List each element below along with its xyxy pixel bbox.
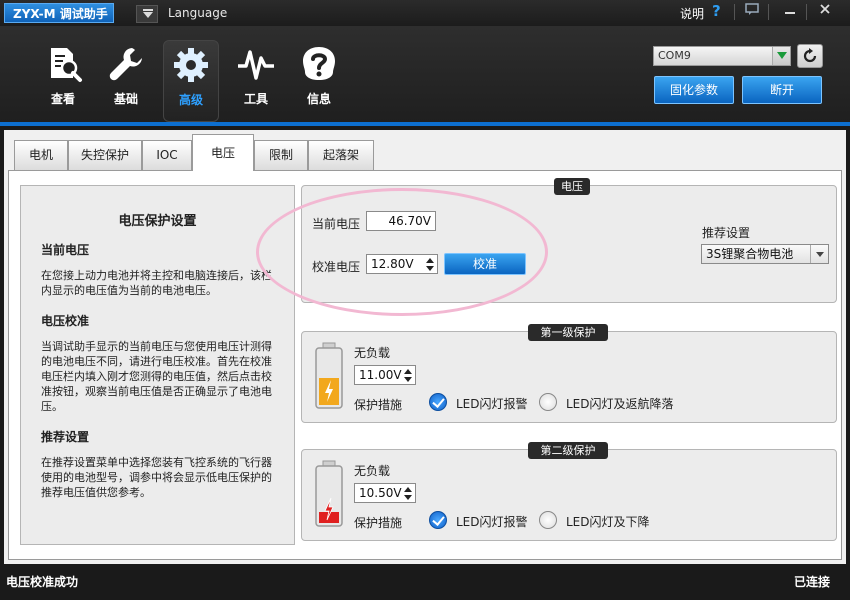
level1-noload-value: 11.00V [359,368,402,382]
level2-led-alarm-radio[interactable] [429,511,447,529]
search-doc-icon [51,48,82,82]
main-area: 电机 失控保护 IOC 电压 限制 起落架 电压保护设置 当前电压 在您接上动力… [4,130,846,564]
toolbar-view-label: 查看 [50,92,75,106]
level1-led-alarm-radio[interactable] [429,393,447,411]
tab-limit[interactable]: 限制 [254,140,308,170]
help-section-heading: 当前电压 [41,243,90,257]
level1-led-rth-radio[interactable] [539,393,557,411]
tab-failsafe[interactable]: 失控保护 [68,140,142,170]
solidify-params-button[interactable]: 固化参数 [654,76,734,104]
level2-noload-stepper[interactable]: 10.50V [354,483,416,503]
level2-protection-group: 第二级保护 无负载 10.50V 保护措施 LED闪灯报警 LED闪灯及下降 [301,442,837,541]
help-section-text: 当调试助手显示的当前电压与您使用电压计测得的电池电压不同，请进行电压校准。首先在… [41,340,272,413]
preset-label: 推荐设置 [702,226,751,240]
level1-led-alarm-label[interactable]: LED闪灯报警 [456,395,528,412]
close-icon[interactable] [811,2,839,22]
title-separator [768,4,769,20]
spin-arrows-icon[interactable] [425,256,435,272]
dropdown-arrow-icon [810,245,828,263]
tab-landing-gear[interactable]: 起落架 [308,140,374,170]
toolbar-tools-label: 工具 [243,92,268,106]
language-label: Language [168,6,228,20]
tab-motor[interactable]: 电机 [14,140,68,170]
help-panel: 电压保护设置 当前电压 在您接上动力电池并将主控和电脑连接后，该栏内显示的电压值… [20,185,295,545]
level2-noload-label: 无负载 [354,464,391,478]
help-link[interactable]: 说明 [680,5,704,22]
info-icon [303,47,335,80]
com-port-select[interactable]: COM9 [653,46,791,66]
disconnect-button[interactable]: 断开 [742,76,822,104]
refresh-icon [803,48,817,63]
current-voltage-field: 46.70V [366,211,436,231]
spin-arrows-icon[interactable] [403,367,413,383]
title-separator [806,4,807,20]
level2-noload-value: 10.50V [359,486,402,500]
calib-voltage-label: 校准电压 [312,260,361,274]
com-port-value: COM9 [658,49,691,62]
help-icon[interactable]: ? [712,2,721,20]
dropdown-arrow-icon [772,47,790,65]
level1-group-tag: 第一级保护 [528,324,608,341]
toolbar-basic-label: 基础 [113,92,138,106]
preset-battery-select[interactable]: 3S锂聚合物电池 [701,244,829,264]
toolbar-advanced-label: 高级 [178,93,203,107]
level2-led-alarm-label[interactable]: LED闪灯报警 [456,513,528,530]
title-bar: ZYX-M 调试助手 Language 说明 ? [0,0,850,26]
toolbar-tools-button[interactable]: 工具 [228,40,284,122]
calib-voltage-value: 12.80V [371,257,414,271]
level1-led-rth-label[interactable]: LED闪灯及返航降落 [566,395,674,412]
calib-voltage-stepper[interactable]: 12.80V [366,254,438,274]
toolbar-info-button[interactable]: 信息 [291,40,347,122]
preset-battery-value: 3S锂聚合物电池 [706,247,794,261]
menu-dropdown-icon [136,4,158,23]
voltage-group: 电压 当前电压 46.70V 校准电压 12.80V 校准 推荐设置 3S锂聚合… [301,178,837,303]
toolbar-advanced-button[interactable]: 高级 [163,40,219,122]
level1-measure-label: 保护措施 [354,398,403,412]
battery-low-icon [315,460,343,527]
toolbar-basic-button[interactable]: 基础 [98,40,154,122]
level2-led-descend-label[interactable]: LED闪灯及下降 [566,513,650,530]
toolbar-info-label: 信息 [306,92,331,106]
level2-measure-label: 保护措施 [354,516,403,530]
gear-icon [174,48,208,82]
level1-noload-label: 无负载 [354,346,391,360]
connection-status: 已连接 [793,575,830,589]
help-section-heading: 推荐设置 [41,430,90,444]
spin-arrows-icon[interactable] [403,485,413,501]
title-separator [734,4,735,20]
level2-led-descend-radio[interactable] [539,511,557,529]
voltage-tab-panel: 电压保护设置 当前电压 在您接上动力电池并将主控和电脑连接后，该栏内显示的电压值… [8,170,842,560]
pulse-icon [238,50,274,80]
level1-noload-stepper[interactable]: 11.00V [354,365,416,385]
app-title: ZYX-M 调试助手 [4,3,114,23]
help-section-text: 在您接上动力电池并将主控和电脑连接后，该栏内显示的电压值为当前的电池电压。 [41,269,272,297]
refresh-button[interactable] [797,44,823,68]
status-bar: 电压校准成功 已连接 [0,564,850,600]
minimize-icon[interactable] [776,2,804,22]
voltage-group-tag: 电压 [554,178,590,195]
tab-voltage[interactable]: 电压 [192,134,254,171]
help-section-heading: 电压校准 [41,314,90,328]
battery-icon [315,342,343,409]
calibrate-button[interactable]: 校准 [444,253,526,275]
wrench-icon [109,48,142,81]
level2-group-tag: 第二级保护 [528,442,608,459]
language-button[interactable]: Language [136,3,227,23]
help-section-text: 在推荐设置菜单中选择您装有飞控系统的飞行器使用的电池型号，调参中将会显示低电压保… [41,456,272,499]
status-message: 电压校准成功 [6,575,79,589]
feedback-icon[interactable] [738,2,766,22]
current-voltage-label: 当前电压 [312,217,361,231]
tab-ioc[interactable]: IOC [142,140,192,170]
help-panel-title: 电压保护设置 [118,214,197,229]
main-toolbar: 查看 基础 高级 工具 信息 COM9 固化参数 断开 [0,26,850,126]
toolbar-view-button[interactable]: 查看 [35,40,91,122]
level1-protection-group: 第一级保护 无负载 11.00V 保护措施 LED闪灯报警 LED闪灯及返航降落 [301,324,837,423]
